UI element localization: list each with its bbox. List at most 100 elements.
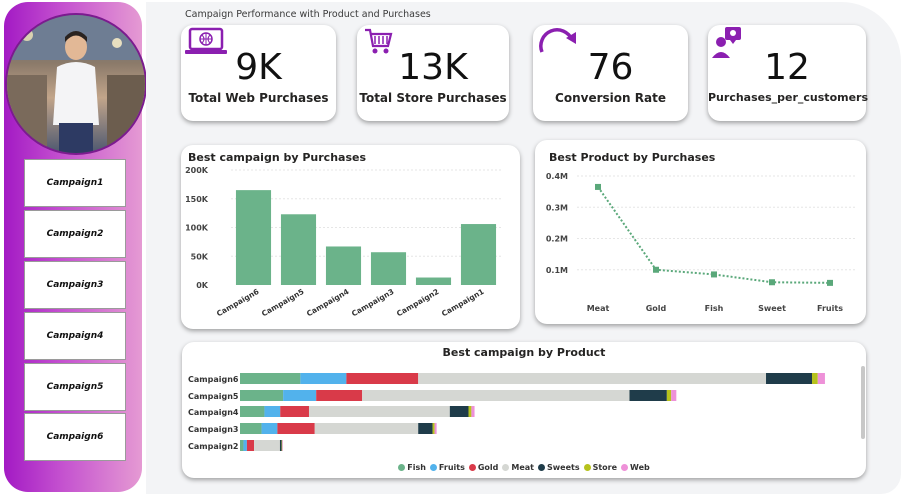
kpi-label: Purchases_per_customers xyxy=(708,91,869,104)
data-point xyxy=(827,279,833,286)
legend-item[interactable]: Fish xyxy=(398,463,426,472)
stacked-bar-segment xyxy=(471,406,475,417)
x-tick-label: Campaign3 xyxy=(350,287,395,318)
campaign-product-stacked-chart: Campaign6 Campaign5 Campaign4 Campaign3 Camp… xyxy=(188,373,825,451)
stacked-bar-segment xyxy=(264,406,281,417)
kpi-value: 12 xyxy=(764,47,810,88)
legend-swatch xyxy=(537,464,545,471)
profile-avatar xyxy=(5,13,147,155)
kpi-value: 9K xyxy=(235,47,282,88)
stacked-bar-segment xyxy=(812,373,818,384)
stacked-bar-segment xyxy=(246,440,255,451)
stacked-bar-segment xyxy=(280,406,309,417)
kpi-label: Conversion Rate xyxy=(555,91,666,105)
bar xyxy=(370,252,407,285)
stacked-bar-segment xyxy=(279,440,282,451)
legend-swatch xyxy=(468,464,476,471)
legend-item[interactable]: Sweets xyxy=(537,463,580,472)
legend-item[interactable]: Gold xyxy=(468,463,499,472)
y-tick-label: 0.3M xyxy=(546,203,568,212)
stacked-bar-segment xyxy=(316,390,363,401)
kpi-card-store-purchases: 13K Total Store Purchases xyxy=(357,25,509,121)
data-point xyxy=(769,279,775,286)
legend-label: Sweets xyxy=(546,463,580,472)
x-tick-label: Campaign4 xyxy=(305,287,350,318)
campaign-3-button[interactable]: Campaign3 xyxy=(24,261,126,309)
legend-item[interactable]: Web xyxy=(621,463,650,472)
bar xyxy=(235,190,272,285)
kpi-card-web-purchases: 9K Total Web Purchases xyxy=(181,25,336,121)
legend-swatch xyxy=(502,464,510,471)
y-tick-label: 0.2M xyxy=(546,235,568,244)
bar xyxy=(460,224,497,285)
legend-swatch xyxy=(429,464,437,471)
legend-swatch xyxy=(398,464,406,471)
y-tick-label: 150K xyxy=(185,195,209,204)
stacked-bar-segment xyxy=(240,390,284,401)
stacked-bar-segment xyxy=(240,373,301,384)
bar xyxy=(325,246,362,285)
legend-swatch xyxy=(583,464,591,471)
product-purchases-line-chart: 0.1M 0.2M 0.3M 0.4M Meat Gold Fish Sweet Fruits xyxy=(546,172,855,313)
kpi-value: 76 xyxy=(587,47,634,88)
campaign-1-button[interactable]: Campaign1 xyxy=(24,159,126,207)
stacked-bar-segment xyxy=(240,440,244,451)
y-tick-label: 50K xyxy=(191,252,209,261)
y-category-label: Campaign2 xyxy=(188,442,238,451)
data-point xyxy=(595,183,601,190)
x-tick-label: Campaign6 xyxy=(215,287,260,318)
stacked-bar-segment xyxy=(449,406,469,417)
campaign-4-button[interactable]: Campaign4 xyxy=(24,312,126,360)
y-tick-label: 0K xyxy=(196,281,209,290)
campaign-product-card: Best campaign by Product Campaign6 Campai… xyxy=(182,342,866,478)
bar xyxy=(280,214,317,285)
stacked-bar-segment xyxy=(308,406,450,417)
stacked-bar-segment xyxy=(281,440,283,451)
page-title: Campaign Performance with Product and Pu… xyxy=(185,9,431,20)
stacked-bar-segment xyxy=(666,390,672,401)
stacked-bar-segment xyxy=(346,373,419,384)
stacked-bar-segment xyxy=(418,423,433,434)
stacked-bar-segment xyxy=(261,423,278,434)
y-category-label: Campaign6 xyxy=(188,375,239,384)
legend-label: Meat xyxy=(511,463,534,472)
stacked-bar-segment xyxy=(629,390,667,401)
y-category-label: Campaign3 xyxy=(188,425,238,434)
x-tick-label: Campaign1 xyxy=(440,287,485,318)
stacked-bar-segment xyxy=(434,423,437,434)
legend-label: Fish xyxy=(407,463,426,472)
profile-photo xyxy=(7,15,145,153)
campaign-6-button[interactable]: Campaign6 xyxy=(24,413,126,461)
kpi-label: Total Store Purchases xyxy=(359,91,507,105)
stacked-bar-segment xyxy=(418,373,767,384)
x-tick-label: Campaign2 xyxy=(395,287,440,318)
stacked-bar-segment xyxy=(282,440,283,451)
campaign-5-button[interactable]: Campaign5 xyxy=(24,363,126,411)
product-purchases-card: Best Product by Purchases 0.1M 0.2M 0.3M 0.… xyxy=(535,140,866,324)
x-tick-label: Fruits xyxy=(817,304,843,313)
y-tick-label: 100K xyxy=(185,224,209,233)
data-point xyxy=(653,266,659,273)
vertical-scrollbar[interactable] xyxy=(861,366,865,439)
stacked-bar-segment xyxy=(766,373,813,384)
campaign-purchases-card: Best campaign by Purchases 0K 50K 100K 150K… xyxy=(181,145,520,329)
stacked-bar-segment xyxy=(362,390,630,401)
legend-label: Store xyxy=(592,463,618,472)
stacked-bar-segment xyxy=(468,406,472,417)
campaign-purchases-bar-chart: 0K50K100K150K200KCampaign6 Campaign5 Campa… xyxy=(185,166,501,318)
stacked-bar-segment xyxy=(240,406,265,417)
stacked-bar-segment xyxy=(817,373,825,384)
legend-item[interactable]: Meat xyxy=(502,463,534,472)
legend-label: Gold xyxy=(477,463,499,472)
kpi-card-purchases-per-customer: 12 Purchases_per_customers xyxy=(708,25,869,121)
y-tick-label: 0.4M xyxy=(546,172,568,181)
stacked-bar-segment xyxy=(671,390,677,401)
campaign-2-button[interactable]: Campaign2 xyxy=(24,210,126,258)
stacked-bar-segment xyxy=(254,440,280,451)
stacked-bar-segment xyxy=(283,390,317,401)
legend-item[interactable]: Store xyxy=(583,463,618,472)
y-category-label: Campaign4 xyxy=(188,408,239,417)
legend-label: Web xyxy=(630,463,650,472)
legend-item[interactable]: Fruits xyxy=(429,463,465,472)
legend-swatch xyxy=(621,464,629,471)
